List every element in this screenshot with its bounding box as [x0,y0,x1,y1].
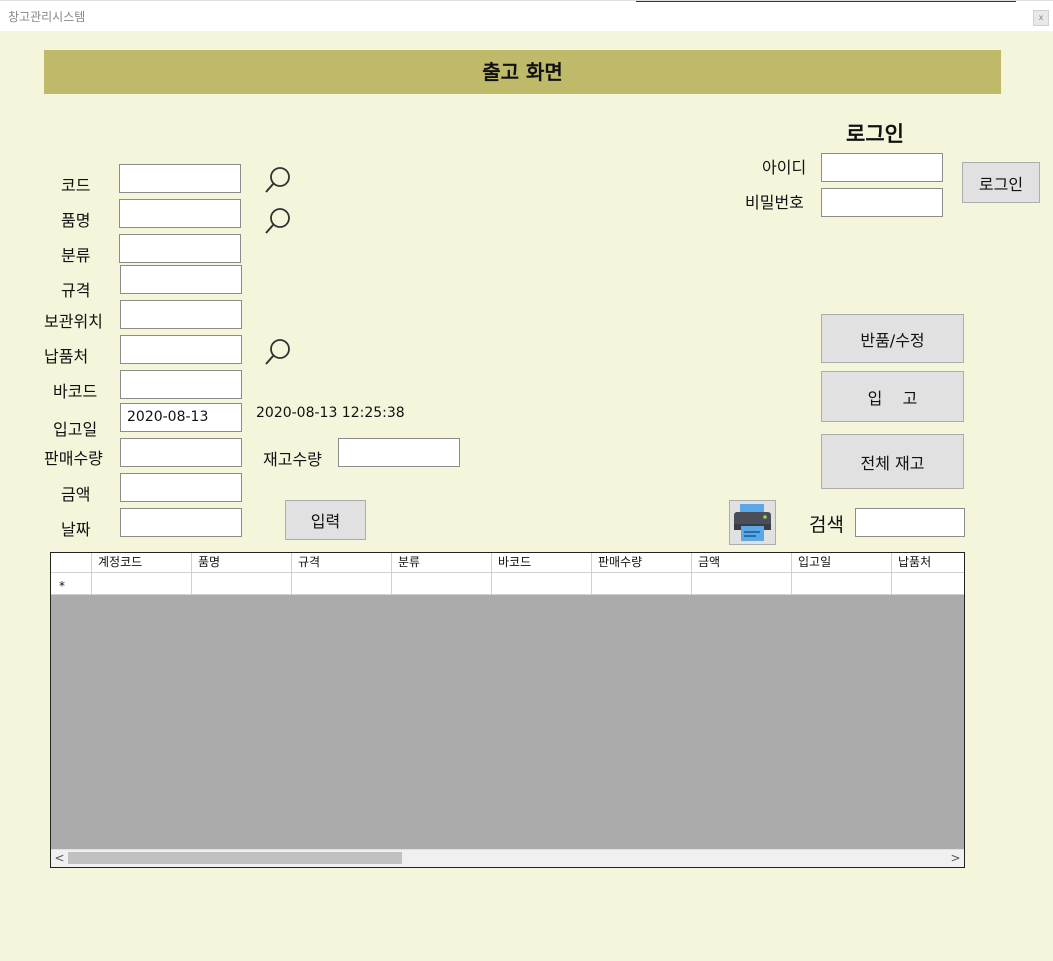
table-cell[interactable] [491,573,591,595]
amount-field[interactable] [120,473,242,502]
column-header[interactable]: 판매수량 [591,553,691,572]
amount-label: 금액 [61,485,91,504]
close-icon[interactable]: x [1033,10,1049,26]
printer-icon [734,504,771,541]
name-field[interactable] [119,199,241,228]
sales-qty-field[interactable] [120,438,242,467]
column-header[interactable]: 납품처 [891,553,964,572]
code-label: 코드 [61,176,91,195]
search-name-icon[interactable] [263,206,293,236]
current-datetime: 2020-08-13 12:25:38 [256,405,405,421]
category-label: 분류 [61,246,91,265]
scroll-left-icon[interactable]: < [51,850,68,867]
indate-picker[interactable]: 2020-08-13 [120,403,242,432]
scroll-thumb[interactable] [68,852,402,864]
location-label: 보관위치 [44,312,103,331]
data-grid[interactable]: 계정코드 품명 규격 분류 바코드 판매수량 금액 입고일 납품처 * < > [50,552,965,868]
table-cell[interactable] [291,573,391,595]
name-label: 품명 [61,211,91,230]
column-header[interactable]: 바코드 [491,553,591,572]
search-label: 검색 [809,514,844,536]
column-header[interactable]: 분류 [391,553,491,572]
spec-label: 규격 [61,281,91,300]
login-button[interactable]: 로그인 [962,162,1040,203]
stock-qty-field[interactable] [338,438,460,467]
date-label: 날짜 [61,520,91,539]
supplier-label: 납품처 [44,347,89,366]
barcode-label: 바코드 [53,382,98,401]
page-banner: 출고 화면 [44,50,1001,94]
column-header[interactable]: 규격 [291,553,391,572]
table-cell[interactable] [91,573,191,595]
window-titlebar: 창고관리시스템 x [0,0,1053,31]
search-input[interactable] [855,508,965,537]
password-label: 비밀번호 [745,193,804,212]
page-title: 출고 화면 [482,60,563,84]
new-row-marker[interactable]: * [51,573,91,595]
total-stock-button[interactable]: 전체 재고 [821,434,964,489]
spec-field[interactable] [120,265,242,294]
search-code-icon[interactable] [263,165,293,195]
date-field[interactable] [120,508,242,537]
sales-qty-label: 판매수량 [44,449,103,468]
return-edit-button[interactable]: 반품/수정 [821,314,964,363]
input-button[interactable]: 입력 [285,500,366,540]
search-supplier-icon[interactable] [263,337,293,367]
id-field[interactable] [821,153,943,182]
stock-qty-label: 재고수량 [263,450,322,469]
table-cell[interactable] [591,573,691,595]
table-cell[interactable] [891,573,964,595]
code-field[interactable] [119,164,241,193]
table-cell[interactable] [691,573,791,595]
table-row[interactable] [91,573,964,595]
column-header[interactable]: 품명 [191,553,291,572]
horizontal-scrollbar[interactable]: < > [51,849,964,867]
id-label: 아이디 [762,158,807,177]
supplier-field[interactable] [120,335,242,364]
location-field[interactable] [120,300,242,329]
table-cell[interactable] [391,573,491,595]
table-cell[interactable] [791,573,891,595]
window-title: 창고관리시스템 [8,10,86,24]
titlebar-line [636,1,1016,2]
inbound-button[interactable]: 입 고 [821,371,964,422]
indate-label: 입고일 [53,420,98,439]
column-header[interactable]: 계정코드 [91,553,191,572]
barcode-field[interactable] [120,370,242,399]
password-field[interactable] [821,188,943,217]
column-header[interactable]: 입고일 [791,553,891,572]
grid-header: 계정코드 품명 규격 분류 바코드 판매수량 금액 입고일 납품처 [51,553,964,573]
table-cell[interactable] [191,573,291,595]
column-header[interactable]: 금액 [691,553,791,572]
category-field[interactable] [119,234,241,263]
print-button[interactable] [729,500,776,545]
login-title: 로그인 [846,122,904,146]
scroll-right-icon[interactable]: > [947,850,964,867]
